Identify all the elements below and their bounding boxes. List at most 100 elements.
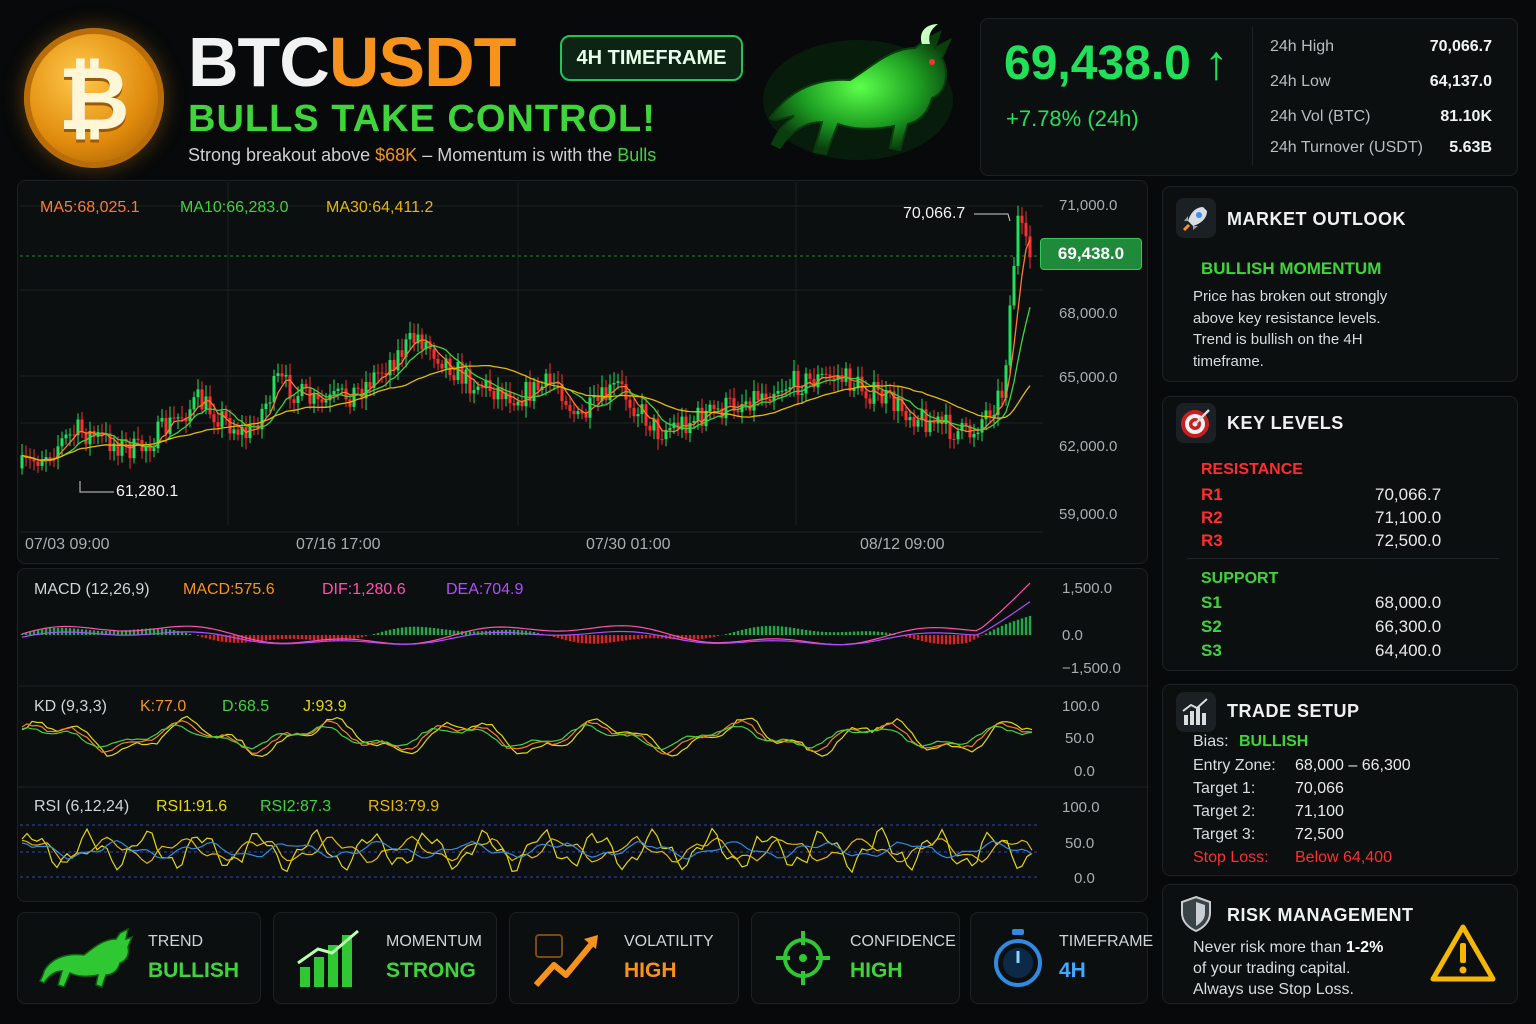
macd-histogram-bar (796, 628, 800, 635)
bar-chart-icon (1176, 692, 1216, 732)
macd-histogram-bar (300, 635, 304, 640)
y-tick: 62,000.0 (1059, 438, 1118, 455)
candle-body (784, 389, 788, 391)
tagline-part: – Momentum is with the (417, 145, 618, 165)
macd-histogram-bar (628, 635, 632, 640)
indicators-panel[interactable] (17, 568, 1149, 903)
macd-histogram-bar (404, 627, 408, 635)
macd-histogram-bar (800, 629, 804, 635)
risk-text: Never risk more than 1-2% (1193, 939, 1383, 957)
candle-body (80, 419, 84, 433)
target-value: 70,066 (1295, 780, 1344, 797)
momentum-tile: MOMENTUM STRONG (273, 912, 497, 1004)
bitcoin-logo: ₿ (24, 28, 164, 168)
price-value: 69,438.0 (1004, 37, 1191, 90)
tagline-bulls: Bulls (617, 145, 657, 165)
ma30-label: MA30:64,411.2 (326, 199, 434, 216)
level-name: R3 (1201, 531, 1223, 550)
entry-label: Entry Zone: (1193, 757, 1276, 774)
macd-histogram-bar (600, 635, 604, 644)
candle-body (532, 382, 536, 402)
stat-value: 5.63B (1449, 139, 1492, 156)
stat-value: 64,137.0 (1429, 73, 1492, 90)
candle-body (832, 377, 836, 380)
macd-histogram-bar (764, 626, 768, 635)
candle-body (948, 414, 952, 439)
macd-histogram-bar (804, 629, 808, 635)
bar-chart-icon (297, 929, 359, 987)
target-label: Target 3: (1193, 826, 1256, 843)
price-chart-panel[interactable] (17, 180, 1148, 564)
key-levels-panel: KEY LEVELS RESISTANCE R1 70,066.7 R2 71,… (1162, 396, 1518, 671)
macd-histogram-bar (952, 635, 956, 645)
macd-histogram-bar (648, 635, 652, 639)
timeframe-badge[interactable]: 4H TIMEFRAME (560, 35, 743, 81)
y-tick: 68,000.0 (1059, 305, 1118, 322)
candle-body (180, 417, 184, 419)
outlook-text: Trend is bullish on the 4H (1193, 331, 1363, 348)
level-value: 70,066.7 (1375, 485, 1442, 504)
macd-histogram-bar (748, 628, 752, 635)
macd-histogram-bar (868, 631, 872, 635)
macd-histogram-bar (92, 630, 96, 635)
macd-histogram-bar (980, 635, 984, 636)
macd-histogram-bar (1020, 618, 1024, 635)
macd-histogram-bar (1000, 625, 1004, 635)
candle-body (660, 439, 664, 441)
risk-text: of your trading capital. (1193, 960, 1351, 977)
macd-histogram-bar (448, 630, 452, 635)
macd-histogram-bar (384, 630, 388, 635)
candle-body (400, 350, 404, 357)
candle-body (20, 455, 24, 469)
candle-body (564, 401, 568, 405)
macd-histogram-bar (872, 631, 876, 635)
entry-value: 68,000 – 66,300 (1295, 757, 1411, 774)
macd-histogram-bar (916, 635, 920, 640)
macd-histogram-bar (312, 635, 316, 641)
macd-histogram-bar (276, 635, 280, 640)
macd-histogram-bar (588, 635, 592, 644)
timeframe-tile: TIMEFRAME 4H (970, 912, 1153, 1004)
candle-body (332, 390, 336, 395)
macd-histogram-bar (524, 630, 528, 635)
stat-label: 24h Turnover (USDT) (1270, 139, 1423, 156)
macd-histogram-bar (760, 626, 764, 635)
macd-histogram-bar (360, 635, 364, 638)
target-value: 72,500 (1295, 826, 1344, 843)
outlook-status: BULLISH MOMENTUM (1201, 259, 1382, 278)
macd-histogram-bar (196, 635, 200, 637)
indicator-charts[interactable] (18, 569, 1149, 903)
macd-histogram-bar (164, 628, 168, 635)
bias-value: BULLISH (1239, 733, 1309, 750)
candle-body (368, 382, 372, 388)
macd-histogram-bar (1012, 621, 1016, 635)
macd-histogram-bar (776, 626, 780, 635)
macd-histogram-bar (708, 635, 712, 638)
macd-histogram-bar (244, 635, 248, 643)
macd-histogram-bar (436, 628, 440, 635)
candle-body (604, 387, 608, 401)
macd-histogram-bar (944, 635, 948, 645)
candle-body (436, 358, 440, 364)
macd-histogram-bar (280, 635, 284, 640)
level-value: 64,400.0 (1375, 641, 1442, 660)
candle-body (512, 403, 516, 406)
macd-histogram-bar (844, 631, 848, 635)
candle-body (440, 363, 444, 369)
candle-body (736, 410, 740, 413)
y-tick: 59,000.0 (1059, 506, 1118, 523)
candlestick-chart[interactable] (18, 181, 1149, 565)
macd-histogram-bar (832, 632, 836, 635)
candle-body (776, 390, 780, 394)
market-outlook-panel: MARKET OUTLOOK BULLISH MOMENTUM Price ha… (1162, 186, 1518, 382)
panel-heading: TRADE SETUP (1227, 701, 1360, 721)
macd-histogram-bar (812, 630, 816, 635)
volatility-tile: VOLATILITY HIGH (509, 912, 739, 1004)
macd-histogram-bar (568, 635, 572, 642)
ma5-label: MA5:68,025.1 (40, 199, 140, 216)
candle-body (308, 388, 312, 404)
candle-body (136, 438, 140, 441)
candle-body (780, 390, 784, 392)
macd-histogram-bar (808, 630, 812, 635)
macd-histogram-bar (936, 635, 940, 644)
